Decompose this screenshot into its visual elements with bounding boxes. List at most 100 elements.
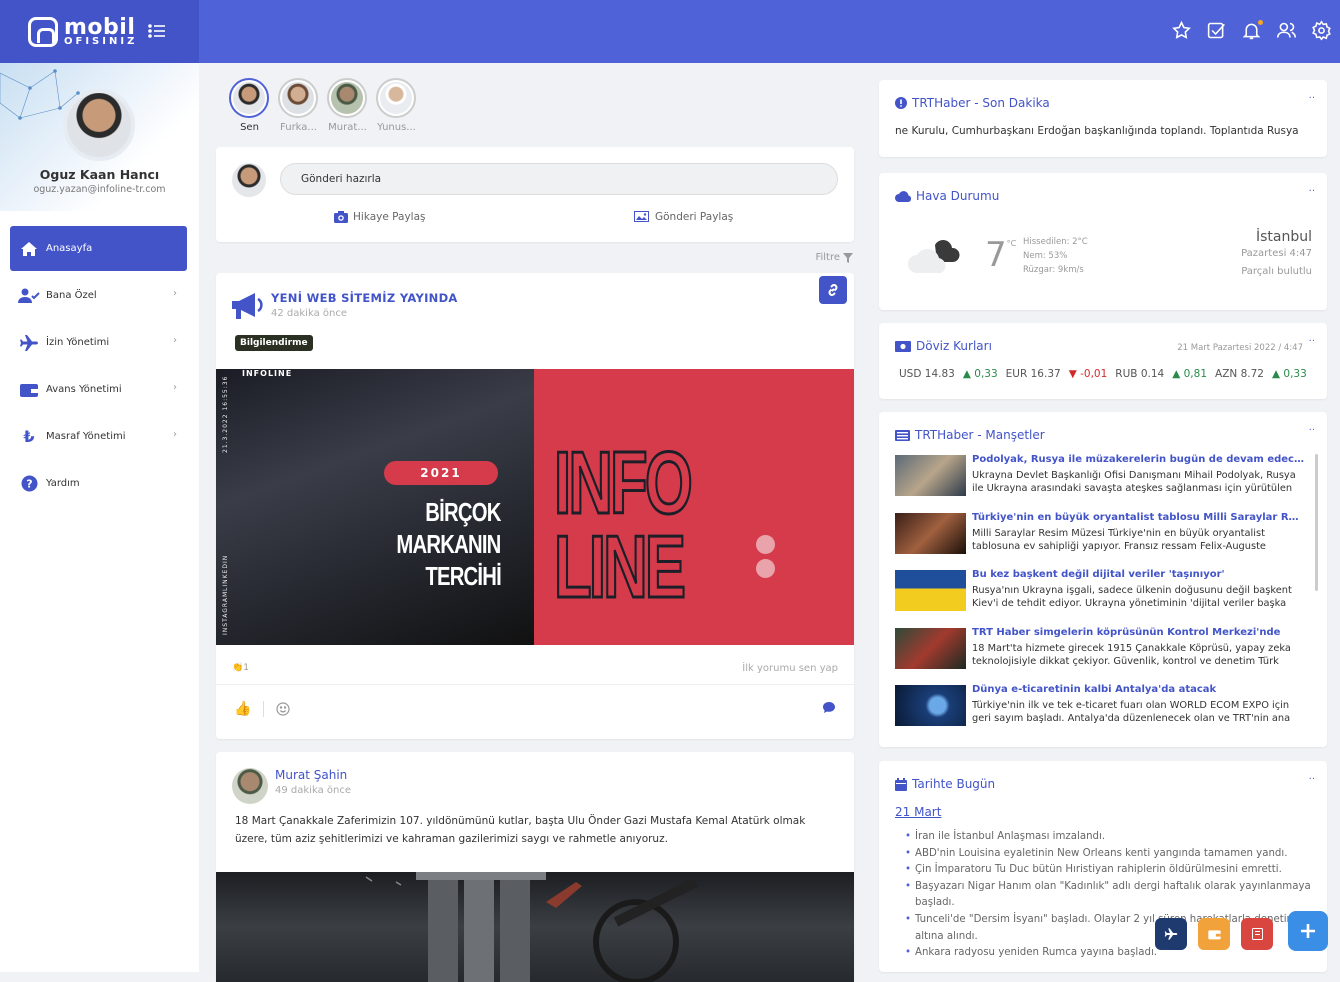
headline-item[interactable]: TRT Haber simgelerin köprüsünün Kontrol … [895, 625, 1305, 683]
headline-body: Milli Saraylar Resim Müzesi Türkiye'nin … [972, 527, 1266, 552]
headline-item[interactable]: Bu kez başkent değil dijital veriler 'ta… [895, 567, 1305, 625]
headline-item[interactable]: Dünya e-ticaretinin kalbi Antalya'da ata… [895, 682, 1305, 740]
receipt-icon [1251, 928, 1263, 940]
share-post-button[interactable]: Gönderi Paylaş [634, 211, 733, 223]
post-image[interactable]: INFOLINE 21.3.2022 16:55:36 LINKEDIN INS… [216, 369, 854, 645]
post-time: 49 dakika önce [275, 785, 351, 796]
banner-year: 2021 [384, 461, 498, 485]
post-composer: Gönderi hazırla Hikaye Paylaş Gönderi Pa… [216, 147, 854, 242]
widget-menu-icon[interactable]: .. [1309, 184, 1315, 194]
plane-icon [1164, 928, 1178, 940]
post-title: YENİ WEB SİTEMİZ YAYINDA [271, 291, 458, 305]
sidebar-item-izin[interactable]: İzin Yönetimi › [10, 320, 187, 365]
headline-body: Ukrayna Devlet Başkanlığı Ofisi Danışman… [972, 470, 1296, 494]
reaction-summary[interactable]: 👏1 [232, 663, 249, 673]
story-label: Sen [240, 122, 259, 133]
chevron-right-icon: › [173, 429, 177, 440]
quick-leave-button[interactable] [1155, 918, 1187, 950]
post-time: 42 dakika önce [271, 308, 347, 319]
widget-menu-icon[interactable]: .. [1309, 772, 1315, 782]
sidebar-item-anasayfa[interactable]: Anasayfa [10, 226, 187, 271]
widget-title-text: TRTHaber - Manşetler [915, 428, 1045, 442]
filter-button[interactable]: Filtre [815, 252, 853, 263]
history-item: İran ile İstanbul Anlaşması imzalandı. [905, 829, 1313, 846]
star-icon[interactable] [1171, 20, 1192, 42]
wallet-icon [18, 381, 40, 399]
headline-item[interactable]: Podolyak, Rusya ile müzakerelerin bugün … [895, 452, 1305, 510]
widget-menu-icon[interactable]: .. [1309, 91, 1315, 101]
sidebar-item-label: İzin Yönetimi [46, 337, 110, 348]
weather-humidity: Nem: 53% [1023, 251, 1068, 261]
sidebar-item-yardim[interactable]: ? Yardım [10, 461, 187, 506]
like-icon[interactable]: 👍 [234, 701, 251, 717]
copy-link-button[interactable] [819, 276, 847, 304]
rate-change-up: ▲ 0,33 [962, 368, 998, 380]
quick-advance-button[interactable] [1198, 918, 1230, 950]
headline-thumbnail [895, 685, 966, 726]
sidebar-item-masraf[interactable]: ₺ Masraf Yönetimi › [10, 414, 187, 459]
rate-value: 0.14 [1140, 368, 1165, 380]
widget-title: Döviz Kurları [895, 339, 992, 353]
divider [263, 701, 265, 717]
story-item[interactable]: Furka... [278, 78, 319, 133]
sidebar-item-bana-ozel[interactable]: Bana Özel › [10, 273, 187, 318]
story-item[interactable]: Yunus... [376, 78, 417, 133]
banner-line-1: BİRÇOK [425, 497, 502, 527]
quick-expense-button[interactable] [1241, 918, 1273, 950]
rate-change: 0,33 [1283, 368, 1307, 380]
share-story-button[interactable]: Hikaye Paylaş [334, 211, 426, 223]
history-date[interactable]: 21 Mart [895, 805, 941, 819]
story-item[interactable]: Murat... [327, 78, 368, 133]
weather-details: Hissedilen: 2°C Nem: 53% Rüzgar: 9km/s [1023, 235, 1088, 277]
banner-line-2: MARKANIN [396, 529, 502, 559]
headline-body: Rusya'nın Ukrayna işgali, sadece ülkenin… [972, 585, 1292, 609]
menu-toggle-icon[interactable] [148, 22, 166, 40]
profile-avatar[interactable] [63, 89, 135, 161]
rate-item: AZN 8.72 [1215, 368, 1264, 380]
rate-change-up: ▲ 0,81 [1172, 368, 1208, 380]
user-check-icon [18, 287, 40, 305]
divider [216, 684, 854, 685]
headline-item[interactable]: Türkiye'nin en büyük oryantalist tablosu… [895, 510, 1305, 568]
author-name[interactable]: Murat Şahin [275, 768, 347, 782]
chevron-right-icon: › [173, 335, 177, 346]
author-avatar[interactable] [232, 768, 268, 804]
rate-code: AZN [1215, 368, 1238, 380]
plus-icon [1301, 924, 1315, 938]
rate-code: EUR [1005, 368, 1028, 380]
post-card: YENİ WEB SİTEMİZ YAYINDA 42 dakika önce … [216, 273, 854, 739]
logo[interactable]: mobil OFISINIZ [0, 0, 199, 63]
headline-thumbnail [895, 512, 966, 554]
headlines-widget: TRTHaber - Manşetler .. Podolyak, Rusya … [879, 412, 1327, 747]
story-item[interactable]: Sen [229, 78, 270, 133]
filter-icon [843, 252, 853, 263]
sidebar-item-label: Bana Özel [46, 290, 97, 301]
sidebar: Oguz Kaan Hancı oguz.yazan@infoline-tr.c… [0, 63, 199, 972]
post-image[interactable] [216, 872, 854, 982]
widget-menu-icon[interactable]: .. [1309, 334, 1315, 344]
gear-icon[interactable] [1311, 20, 1332, 42]
breaking-ticker[interactable]: ne Kurulu, Cumhurbaşkanı Erdoğan başkanl… [895, 125, 1311, 137]
sidebar-item-avans[interactable]: Avans Yönetimi › [10, 367, 187, 412]
post-input[interactable]: Gönderi hazırla [280, 163, 838, 195]
weather-widget: Hava Durumu .. 7°C Hissedilen: 2°C Nem: … [879, 173, 1327, 310]
widget-title-text: Döviz Kurları [916, 339, 992, 353]
first-comment-prompt[interactable]: İlk yorumu sen yap [742, 663, 838, 674]
add-button[interactable] [1288, 911, 1328, 951]
widget-title: TRTHaber - Son Dakika [895, 96, 1050, 110]
bell-icon[interactable] [1241, 20, 1263, 42]
history-item: ABD'nin Louisina eyaletinin New Orleans … [905, 846, 1313, 863]
widget-title: Hava Durumu [895, 189, 999, 203]
widget-menu-icon[interactable]: .. [1309, 423, 1315, 433]
banner-line-3: TERCİHİ [425, 561, 501, 591]
headlines-scrollbar[interactable] [1315, 454, 1318, 591]
widget-title-text: Hava Durumu [916, 189, 1000, 203]
help-icon: ? [18, 475, 40, 493]
comment-icon[interactable] [822, 701, 836, 714]
emoji-icon[interactable] [276, 702, 291, 716]
breaking-news-widget: TRTHaber - Son Dakika .. ne Kurulu, Cumh… [879, 80, 1327, 157]
post-category-badge: Bilgilendirme [235, 335, 313, 351]
rate-code: USD [899, 368, 922, 380]
task-icon[interactable] [1206, 20, 1227, 42]
users-icon[interactable] [1276, 20, 1297, 42]
